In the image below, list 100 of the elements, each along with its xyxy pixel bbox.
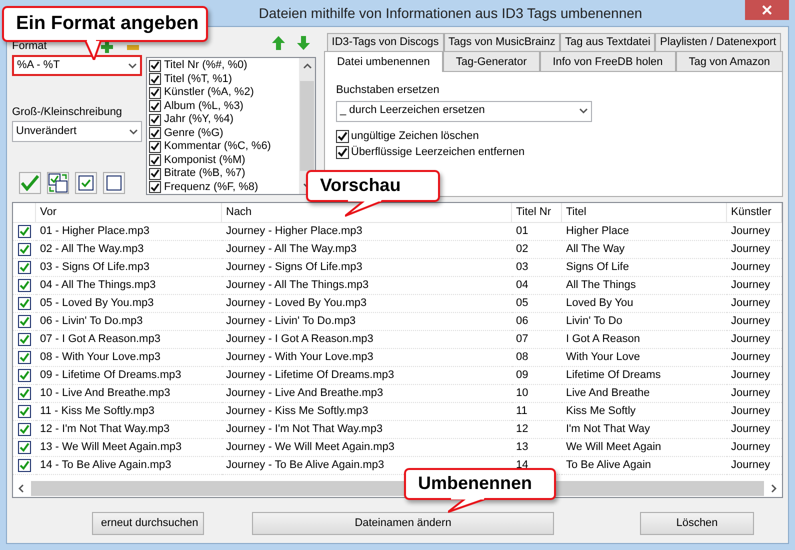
table-cell: 07 - I Got A Reason.mp3 <box>36 331 222 349</box>
tag-field-label: Kommentar (%C, %6) <box>164 140 271 154</box>
checkbox[interactable] <box>18 351 31 364</box>
close-button[interactable] <box>745 0 789 20</box>
checkbox[interactable] <box>149 181 161 194</box>
replace-dropdown[interactable]: _ durch Leerzeichen ersetzen <box>336 100 592 122</box>
close-icon[interactable] <box>761 4 773 16</box>
tag-field-label: Bitrate (%B, %7) <box>164 167 246 180</box>
checked-box-button[interactable] <box>75 172 97 194</box>
tag-field-label: Genre (%G) <box>164 126 224 140</box>
checkbox[interactable] <box>149 154 161 166</box>
check-all-button[interactable] <box>19 172 41 194</box>
table-cell: I Got A Reason <box>562 331 727 349</box>
checkbox[interactable] <box>149 60 161 72</box>
checkbox[interactable] <box>18 225 31 238</box>
table-cell: Journey <box>727 403 782 421</box>
checkbox[interactable] <box>18 243 31 256</box>
tab[interactable]: Playlisten / Datenexport <box>655 33 782 52</box>
column-header[interactable]: Vor <box>36 203 222 222</box>
table-cell: Journey <box>727 367 782 385</box>
checkbox[interactable] <box>18 315 31 328</box>
case-dropdown[interactable]: Unverändert <box>12 121 142 142</box>
table-cell: 11 - Kiss Me Softly.mp3 <box>36 403 222 421</box>
table-cell: With Your Love <box>562 349 727 367</box>
table-cell: Livin' To Do <box>562 313 727 331</box>
table-cell: 10 <box>512 385 562 403</box>
move-down-icon[interactable] <box>297 36 310 50</box>
dialog-button[interactable]: Löschen <box>640 512 754 535</box>
table-cell: 13 - We Will Meet Again.mp3 <box>36 439 222 457</box>
table-cell: 07 <box>512 331 562 349</box>
checkbox[interactable] <box>18 441 31 454</box>
move-up-icon[interactable] <box>272 36 285 50</box>
table-cell: Journey <box>727 241 782 259</box>
table-cell: 12 - I'm Not That Way.mp3 <box>36 421 222 439</box>
column-header[interactable]: Künstler <box>727 203 782 222</box>
table-cell: Journey - Loved By You.mp3 <box>222 295 512 313</box>
tag-field-label: Jahr (%Y, %4) <box>164 113 234 126</box>
scroll-left-icon[interactable] <box>18 484 24 493</box>
checkbox[interactable] <box>18 459 31 472</box>
callout-tooltip-tail <box>84 40 102 60</box>
scroll-right-icon[interactable] <box>771 484 777 493</box>
table-cell: Signs Of Life <box>562 259 727 277</box>
table-cell: Journey - With Your Love.mp3 <box>222 349 512 367</box>
checkbox[interactable] <box>18 369 31 382</box>
add-icon[interactable] <box>100 41 113 53</box>
table-cell: Journey <box>727 295 782 313</box>
checkbox[interactable] <box>18 261 31 274</box>
checkbox[interactable] <box>18 297 31 310</box>
table-cell: Journey - All The Way.mp3 <box>222 241 512 259</box>
dialog-button[interactable]: Dateinamen ändern <box>252 512 554 535</box>
table-cell: Journey <box>727 457 782 475</box>
table-cell: Journey - We Will Meet Again.mp3 <box>222 439 512 457</box>
scrollbar-thumb[interactable] <box>300 81 314 171</box>
tab[interactable]: Tags von MusicBrainz <box>444 33 560 52</box>
table-cell: Live And Breathe <box>562 385 727 403</box>
scroll-up-icon[interactable] <box>302 63 312 69</box>
checkbox[interactable] <box>149 140 161 153</box>
empty-box-button[interactable] <box>103 172 125 194</box>
checkbox[interactable] <box>18 423 31 436</box>
table-cell: Lifetime Of Dreams <box>562 367 727 385</box>
checkbox[interactable] <box>149 114 161 126</box>
tab[interactable]: ID3-Tags von Discogs <box>327 33 444 52</box>
table-cell: Loved By You <box>562 295 727 313</box>
checkbox[interactable] <box>18 387 31 400</box>
table-cell: Journey - Livin' To Do.mp3 <box>222 313 512 331</box>
table-cell: 02 <box>512 241 562 259</box>
tab[interactable]: Datei umbenennen <box>324 51 443 72</box>
table-cell: Journey <box>727 313 782 331</box>
tab[interactable]: Info von FreeDB holen <box>540 51 676 72</box>
checkbox[interactable] <box>336 130 349 144</box>
checkbox[interactable] <box>18 279 31 292</box>
table-cell: 01 - Higher Place.mp3 <box>36 223 222 241</box>
table-cell: Kiss Me Softly <box>562 403 727 421</box>
checkbox[interactable] <box>149 100 161 112</box>
tag-field-label: Album (%L, %3) <box>164 100 244 113</box>
table-cell: 09 - Lifetime Of Dreams.mp3 <box>36 367 222 385</box>
checkbox[interactable] <box>149 168 161 180</box>
table-cell: 10 - Live And Breathe.mp3 <box>36 385 222 403</box>
tab[interactable]: Tag aus Textdatei <box>560 33 656 52</box>
checkbox[interactable] <box>149 86 161 99</box>
table-cell: Higher Place <box>562 223 727 241</box>
column-header[interactable]: Titel Nr <box>512 203 562 222</box>
tab[interactable]: Tag von Amazon <box>676 51 784 72</box>
checkbox[interactable] <box>18 405 31 418</box>
table-cell: Journey - Live And Breathe.mp3 <box>222 385 512 403</box>
checkbox[interactable] <box>149 73 161 86</box>
column-header[interactable]: Titel <box>562 203 727 222</box>
tag-field-label: Titel Nr (%#, %0) <box>164 59 248 72</box>
checkbox[interactable] <box>336 146 349 160</box>
table-cell: Journey - Kiss Me Softly.mp3 <box>222 403 512 421</box>
table-cell: Journey <box>727 421 782 439</box>
option-label: Überflüssige Leerzeichen entfernen <box>351 146 525 160</box>
checkbox[interactable] <box>18 333 31 346</box>
window-title: Dateien mithilfe von Informationen aus ID3 Tags umbenennen <box>258 4 644 22</box>
tab[interactable]: Tag-Generator <box>442 51 540 72</box>
dialog-button[interactable]: erneut durchsuchen <box>92 512 204 535</box>
table-cell: Journey - I'm Not That Way.mp3 <box>222 421 512 439</box>
table-cell: 04 - All The Things.mp3 <box>36 277 222 295</box>
checkbox[interactable] <box>149 127 161 140</box>
invert-selection-button[interactable] <box>47 172 69 194</box>
